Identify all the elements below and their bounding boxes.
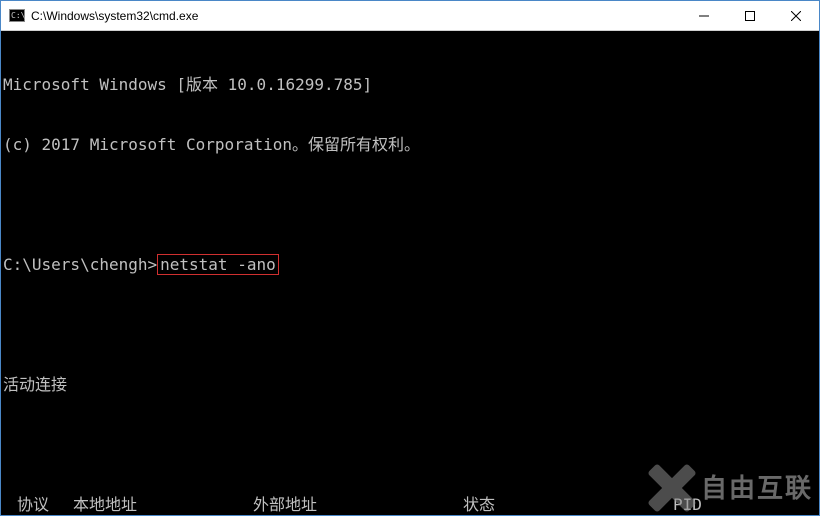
header-state: 状态 [463, 495, 633, 515]
header-foreign: 外部地址 [253, 495, 463, 515]
table-header: 协议 本地地址 外部地址 状态 PID [3, 495, 817, 515]
prompt-line: C:\Users\chengh>netstat -ano [3, 255, 817, 275]
titlebar[interactable]: C:\ C:\Windows\system32\cmd.exe [1, 1, 819, 31]
blank-line [3, 315, 817, 335]
app-window: C:\ C:\Windows\system32\cmd.exe Microsof… [0, 0, 820, 516]
command-highlight: netstat -ano [157, 254, 279, 275]
prompt: C:\Users\chengh> [3, 255, 157, 274]
blank-line [3, 195, 817, 215]
header-proto: 协议 [3, 495, 73, 515]
svg-text:C:\: C:\ [11, 11, 25, 20]
blank-line [3, 435, 817, 455]
maximize-button[interactable] [727, 1, 773, 30]
window-title: C:\Windows\system32\cmd.exe [31, 9, 681, 23]
minimize-button[interactable] [681, 1, 727, 30]
header-pid: PID [633, 495, 817, 515]
cmd-icon: C:\ [9, 8, 25, 24]
section-title: 活动连接 [3, 375, 817, 395]
close-button[interactable] [773, 1, 819, 30]
banner-line: (c) 2017 Microsoft Corporation。保留所有权利。 [3, 135, 817, 155]
banner-line: Microsoft Windows [版本 10.0.16299.785] [3, 75, 817, 95]
terminal-area[interactable]: Microsoft Windows [版本 10.0.16299.785] (c… [1, 31, 819, 515]
window-controls [681, 1, 819, 30]
header-local: 本地地址 [73, 495, 253, 515]
